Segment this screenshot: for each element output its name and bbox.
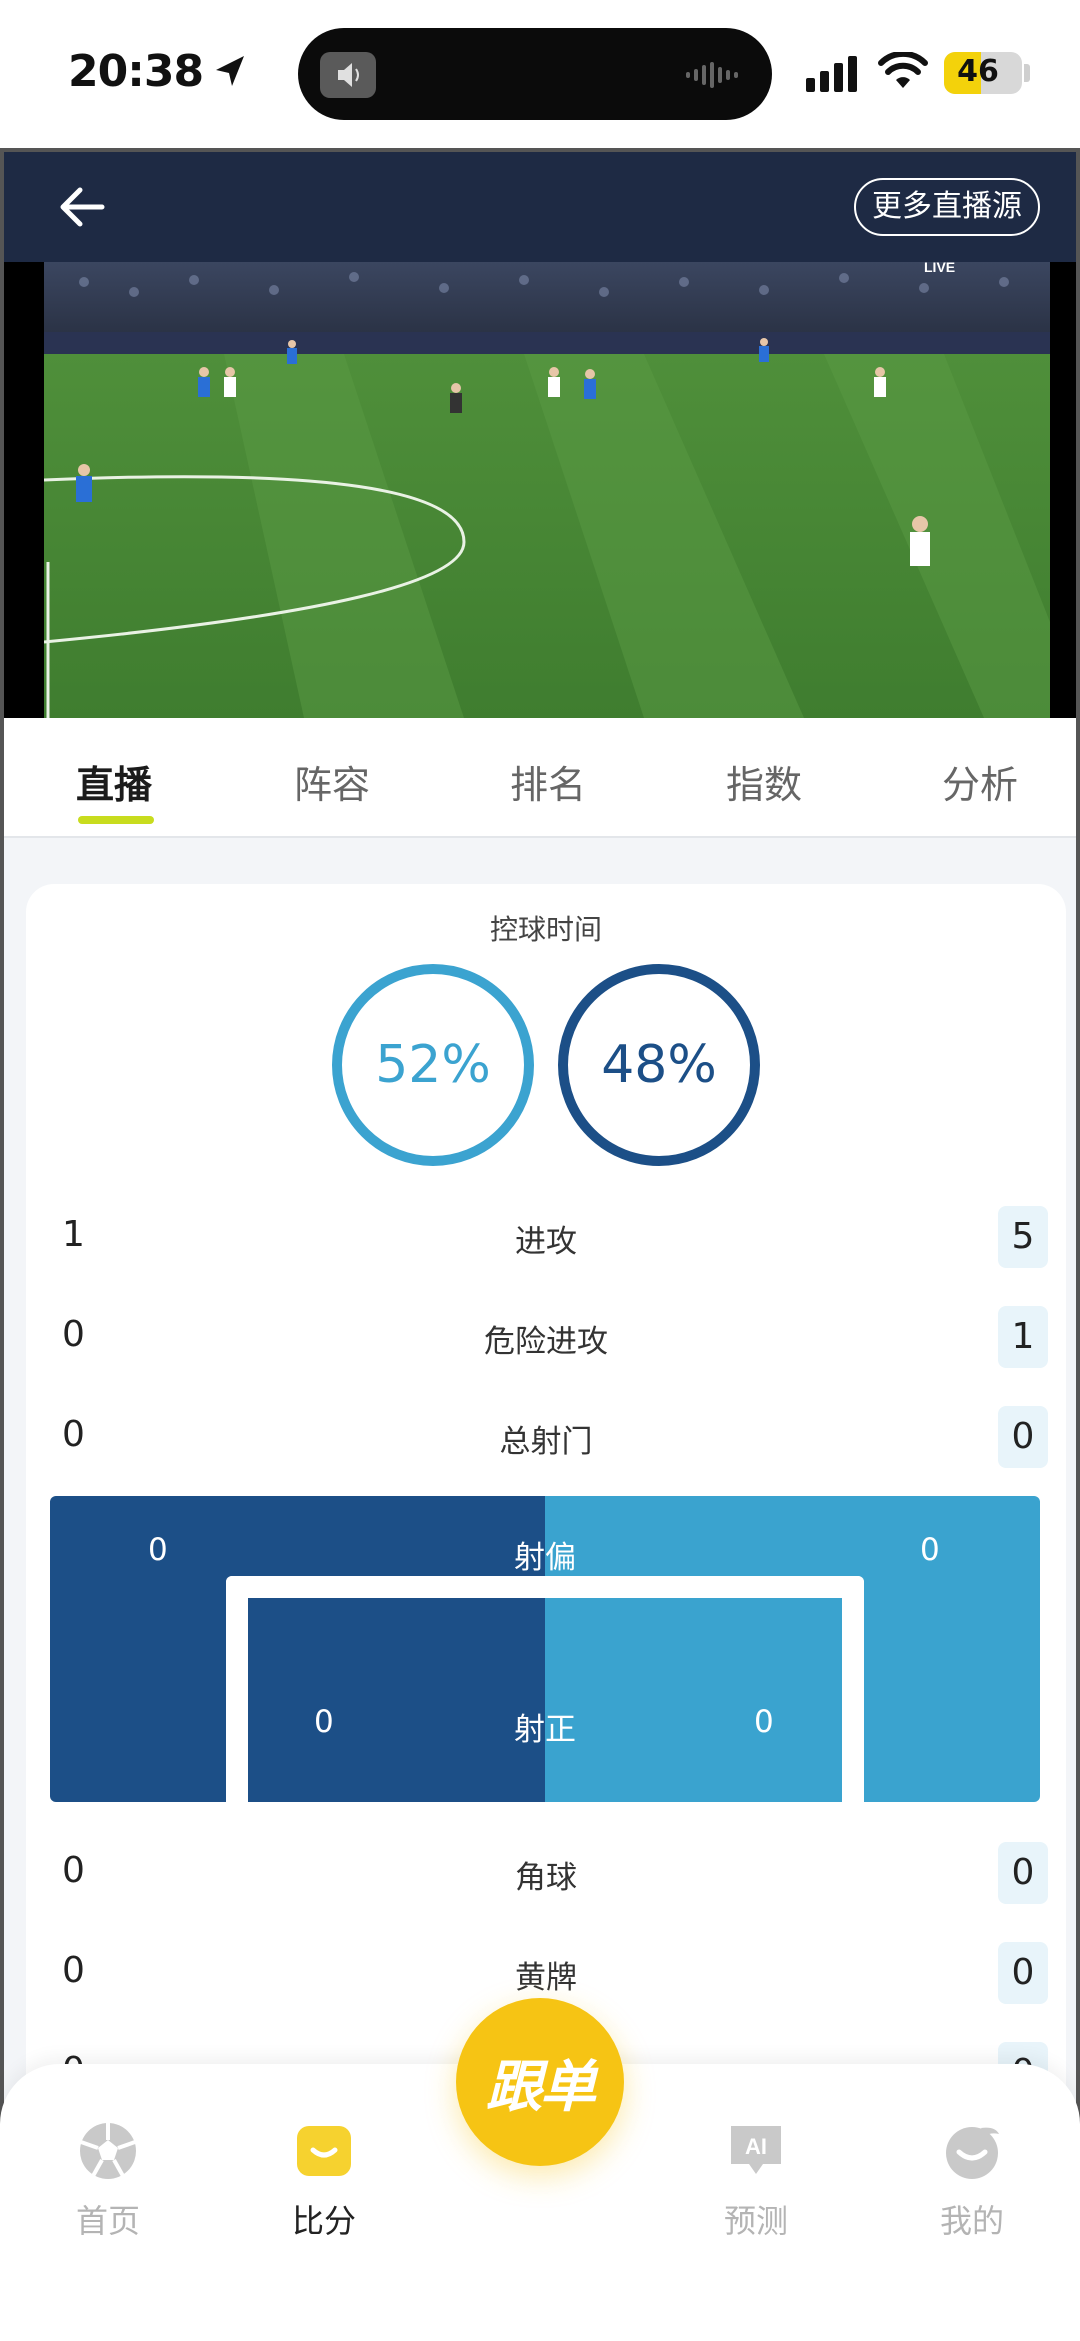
nav-predict-label: 预测	[723, 2202, 788, 2240]
nav-home-label: 首页	[75, 2202, 140, 2240]
stat-away-value: 0	[998, 1842, 1048, 1904]
away-possession-value: 48%	[601, 1035, 717, 1095]
battery-level: 46	[957, 54, 999, 89]
active-tab-indicator	[78, 816, 154, 824]
audio-wave-icon	[686, 62, 738, 88]
off-target-home: 0	[148, 1532, 168, 1568]
stat-away-value: 0	[998, 1942, 1048, 2004]
live-badge: LIVE	[924, 262, 955, 275]
shot-chart: 0 射偏 0 0 射正 0	[50, 1496, 1040, 1802]
goal-away-area	[545, 1598, 842, 1802]
soccer-ball-icon	[80, 2123, 136, 2179]
stat-row-corners: 0 角球 0	[26, 1840, 1066, 1908]
match-tabs: 直播 阵容 排名 指数 分析	[4, 718, 1076, 838]
score-icon	[297, 2126, 351, 2176]
svg-text:AI: AI	[745, 2134, 767, 2159]
possession-title: 控球时间	[489, 913, 602, 946]
tab-lineup[interactable]: 阵容	[294, 754, 370, 809]
location-arrow-icon	[216, 56, 244, 86]
nav-predict[interactable]: AI 预测	[686, 2120, 826, 2242]
nav-score[interactable]: 比分	[254, 2120, 394, 2242]
stat-away-value: 5	[998, 1206, 1048, 1268]
nav-profile-label: 我的	[939, 2202, 1004, 2240]
tab-live[interactable]: 直播	[76, 754, 152, 809]
profile-icon	[946, 2127, 999, 2179]
tab-odds[interactable]: 指数	[726, 754, 802, 809]
stat-row-attacks: 1 进攻 5	[26, 1204, 1066, 1272]
stat-label: 黄牌	[515, 1960, 577, 1996]
on-target-away: 0	[754, 1704, 774, 1740]
wifi-icon	[878, 52, 928, 88]
nav-score-label: 比分	[291, 2202, 356, 2240]
off-target-away: 0	[920, 1532, 940, 1568]
ai-predict-icon: AI	[731, 2126, 781, 2174]
tab-ranking[interactable]: 排名	[510, 754, 586, 809]
stat-away-value: 0	[998, 1406, 1048, 1468]
back-arrow-icon[interactable]	[52, 178, 114, 236]
video-header: 更多直播源	[4, 152, 1076, 262]
follow-bet-label: 跟单	[486, 2053, 596, 2120]
away-possession-ring: 48%	[558, 964, 760, 1166]
cellular-signal-icon	[806, 56, 857, 92]
dynamic-island	[298, 28, 772, 120]
goal-home-area	[248, 1598, 545, 1802]
stat-label: 总射门	[499, 1424, 593, 1460]
battery-icon: 46	[944, 52, 1022, 94]
on-target-label: 射正	[514, 1712, 576, 1748]
on-target-home: 0	[314, 1704, 334, 1740]
more-live-sources-button[interactable]: 更多直播源	[854, 178, 1040, 236]
stat-label: 角球	[515, 1860, 577, 1896]
status-bar: 20:38 46	[0, 0, 1080, 150]
battery-tip	[1024, 64, 1030, 82]
speaker-icon	[320, 52, 376, 98]
nav-profile[interactable]: 我的	[902, 2120, 1042, 2242]
status-time: 20:38	[68, 46, 204, 97]
home-possession-value: 52%	[375, 1035, 491, 1095]
stat-label: 危险进攻	[484, 1324, 608, 1360]
nav-home[interactable]: 首页	[38, 2120, 178, 2242]
stat-row-dangerous-attacks: 0 危险进攻 1	[26, 1304, 1066, 1372]
tab-analysis[interactable]: 分析	[942, 754, 1018, 809]
stat-row-total-shots: 0 总射门 0	[26, 1404, 1066, 1472]
video-player[interactable]: LIVE	[4, 262, 1076, 718]
follow-bet-button[interactable]: 跟单	[456, 1998, 624, 2166]
off-target-label: 射偏	[514, 1540, 576, 1576]
match-video-frame[interactable]: LIVE	[44, 262, 1050, 718]
stat-label: 进攻	[515, 1224, 577, 1260]
home-possession-ring: 52%	[332, 964, 534, 1166]
stat-away-value: 1	[998, 1306, 1048, 1368]
